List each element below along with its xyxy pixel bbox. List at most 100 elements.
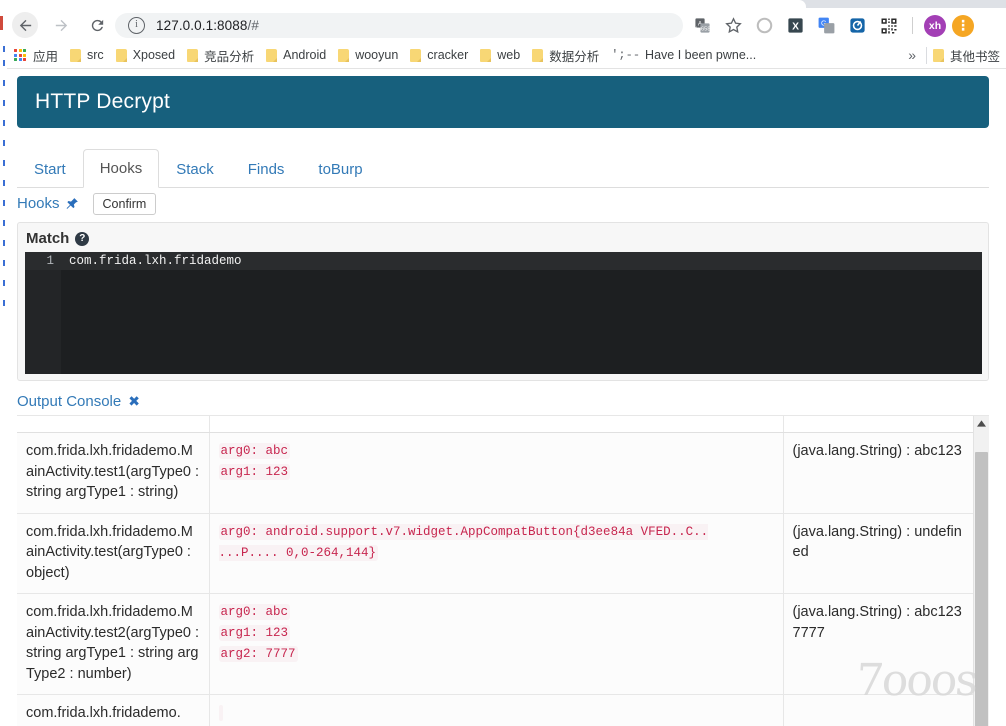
background-window-line — [3, 100, 5, 106]
cell-return-value — [783, 694, 974, 726]
argument-line: arg1: 123 — [218, 462, 774, 483]
bookmark-data-analysis[interactable]: 数据分析 — [526, 42, 605, 68]
address-bar[interactable]: 127.0.0.1:8088/# — [115, 13, 683, 38]
sql-icon: ';-- — [611, 48, 641, 62]
address-bar-url: 127.0.0.1:8088/# — [156, 18, 259, 33]
background-window-line — [3, 180, 5, 186]
site-info-icon[interactable] — [128, 17, 145, 34]
background-window-line — [3, 280, 5, 286]
table-row[interactable]: com.frida.lxh.fridademo.MainActivity.tes… — [17, 513, 974, 594]
match-panel-header: Match ? — [25, 229, 982, 252]
browser-toolbar: 127.0.0.1:8088/# A \u6587 — [0, 8, 1006, 42]
folder-icon — [187, 48, 199, 62]
x-extension-icon[interactable]: X — [783, 13, 808, 38]
browser-tab-inactive[interactable] — [905, 0, 1006, 8]
table-row[interactable]: com.frida.lxh.fridademo.MainActivity.tes… — [17, 432, 974, 514]
help-icon[interactable]: ? — [75, 231, 90, 246]
hooks-link[interactable]: Hooks — [17, 195, 60, 212]
profile-avatar[interactable]: xh — [924, 14, 946, 37]
circle-extension-icon[interactable] — [752, 13, 777, 38]
confirm-button[interactable]: Confirm — [92, 192, 157, 215]
bookmark-star-icon[interactable] — [721, 13, 746, 38]
nav-tabs: Start Hooks Stack Finds toBurp — [17, 147, 989, 188]
argument-line: arg0: android.support.v7.widget.AppCompa… — [218, 522, 774, 564]
folder-icon — [410, 48, 422, 62]
background-window-line — [3, 200, 5, 206]
web-page: HTTP Decrypt Start Hooks Stack Finds toB… — [0, 69, 1006, 726]
cell-method-signature: com.frida.lxh.fridademo.MainActivity.tes… — [17, 432, 210, 514]
browser-tab-active[interactable] — [0, 0, 806, 8]
cell-return-value: (java.lang.String) : abc123 — [783, 432, 974, 514]
match-code-editor[interactable]: 1 com.frida.lxh.fridademo — [25, 252, 982, 374]
table-row[interactable]: com.frida.lxh.fridademo.MainActivity.tes… — [17, 593, 974, 695]
tab-toburp[interactable]: toBurp — [301, 150, 379, 188]
translate-icon[interactable]: A \u6587 — [690, 13, 715, 38]
argument-line: arg2: 7777 — [218, 644, 774, 665]
tab-hooks[interactable]: Hooks — [82, 149, 160, 188]
bookmark-other-bookmarks[interactable]: 其他书签 — [927, 42, 1006, 68]
url-host: 127.0.0.1:8088 — [156, 18, 248, 33]
browser-tabstrip — [0, 0, 1006, 8]
background-window-edge — [0, 0, 7, 726]
output-console-label[interactable]: Output Console — [17, 393, 121, 410]
url-path: /# — [247, 18, 259, 33]
folder-icon — [480, 48, 492, 62]
table-vertical-scrollbar[interactable] — [973, 416, 989, 726]
app-header-banner: HTTP Decrypt — [17, 76, 989, 128]
folder-icon — [932, 48, 944, 62]
google-translate-extension-icon[interactable]: G — [814, 13, 839, 38]
bookmark-apps[interactable]: 应用 — [0, 42, 64, 68]
page-title: HTTP Decrypt — [35, 90, 171, 113]
tab-start[interactable]: Start — [17, 150, 83, 188]
bookmarks-bar: 应用 src Xposed 竞品分析 Android wooyun cracke… — [0, 42, 1006, 69]
bookmark-xposed[interactable]: Xposed — [110, 42, 181, 68]
bookmark-competitive-analysis[interactable]: 竞品分析 — [181, 42, 260, 68]
nav-tabs-container: Start Hooks Stack Finds toBurp — [17, 147, 989, 188]
bookmark-have-i-been-pwned[interactable]: ';-- Have I been pwne... — [605, 42, 762, 68]
bookmark-label: Have I been pwne... — [645, 48, 757, 62]
cell-method-signature: com.frida.lxh.fridademo.MainActivity.tes… — [17, 513, 210, 594]
cell-method-signature: com.frida.lxh.fridademo.MainActivity.tes… — [17, 593, 210, 695]
bookmark-web[interactable]: web — [474, 42, 526, 68]
arrow-left-icon — [19, 19, 31, 31]
tab-finds[interactable]: Finds — [231, 150, 302, 188]
output-console-table-container: com.frida.lxh.fridademo.MainActivity.tes… — [17, 415, 989, 726]
back-button[interactable] — [12, 12, 38, 38]
blue-circle-extension-icon[interactable] — [845, 13, 870, 38]
close-icon[interactable]: ✖ — [128, 394, 140, 408]
tab-stack[interactable]: Stack — [159, 150, 231, 188]
background-window-line — [3, 80, 5, 86]
return-value: (java.lang.String) : abc123 — [792, 443, 962, 459]
background-window-line — [3, 260, 5, 266]
argument-value: arg1: 123 — [218, 625, 291, 641]
cell-method-signature: com.frida.lxh.fridademo. — [17, 694, 210, 726]
editor-code-line: com.frida.lxh.fridademo — [69, 254, 242, 268]
cell-return-value: (java.lang.String) : abc123 7777 — [783, 593, 974, 695]
output-console-scroll-area[interactable]: com.frida.lxh.fridademo.MainActivity.tes… — [17, 416, 989, 726]
folder-icon — [115, 48, 127, 62]
qrcode-extension-icon[interactable] — [876, 13, 901, 38]
bookmark-label: cracker — [427, 48, 469, 62]
output-console-header: Output Console ✖ — [17, 390, 989, 412]
argument-value: arg2: 7777 — [218, 646, 298, 662]
bookmark-label: 竞品分析 — [204, 49, 255, 64]
table-row[interactable]: com.frida.lxh.fridademo. — [17, 694, 974, 726]
bookmark-src[interactable]: src — [64, 42, 110, 68]
table-head — [17, 416, 974, 433]
argument-value: arg1: 123 — [218, 464, 291, 480]
bookmark-android[interactable]: Android — [260, 42, 332, 68]
reload-button[interactable] — [84, 12, 110, 38]
chrome-menu-button[interactable]: ⋮ — [952, 14, 974, 37]
output-console-table: com.frida.lxh.fridademo.MainActivity.tes… — [17, 416, 974, 726]
scrollbar-thumb[interactable] — [975, 452, 988, 726]
forward-button[interactable] — [48, 12, 74, 38]
svg-text:X: X — [792, 21, 799, 32]
bookmark-label: web — [497, 48, 521, 62]
toolbar-divider — [912, 17, 913, 34]
chevron-up-icon[interactable] — [974, 416, 989, 431]
reload-icon — [91, 19, 103, 31]
pin-icon[interactable] — [65, 197, 79, 211]
bookmark-wooyun[interactable]: wooyun — [332, 42, 404, 68]
bookmark-cracker[interactable]: cracker — [404, 42, 474, 68]
bookmarks-overflow-button[interactable]: » — [898, 47, 926, 63]
